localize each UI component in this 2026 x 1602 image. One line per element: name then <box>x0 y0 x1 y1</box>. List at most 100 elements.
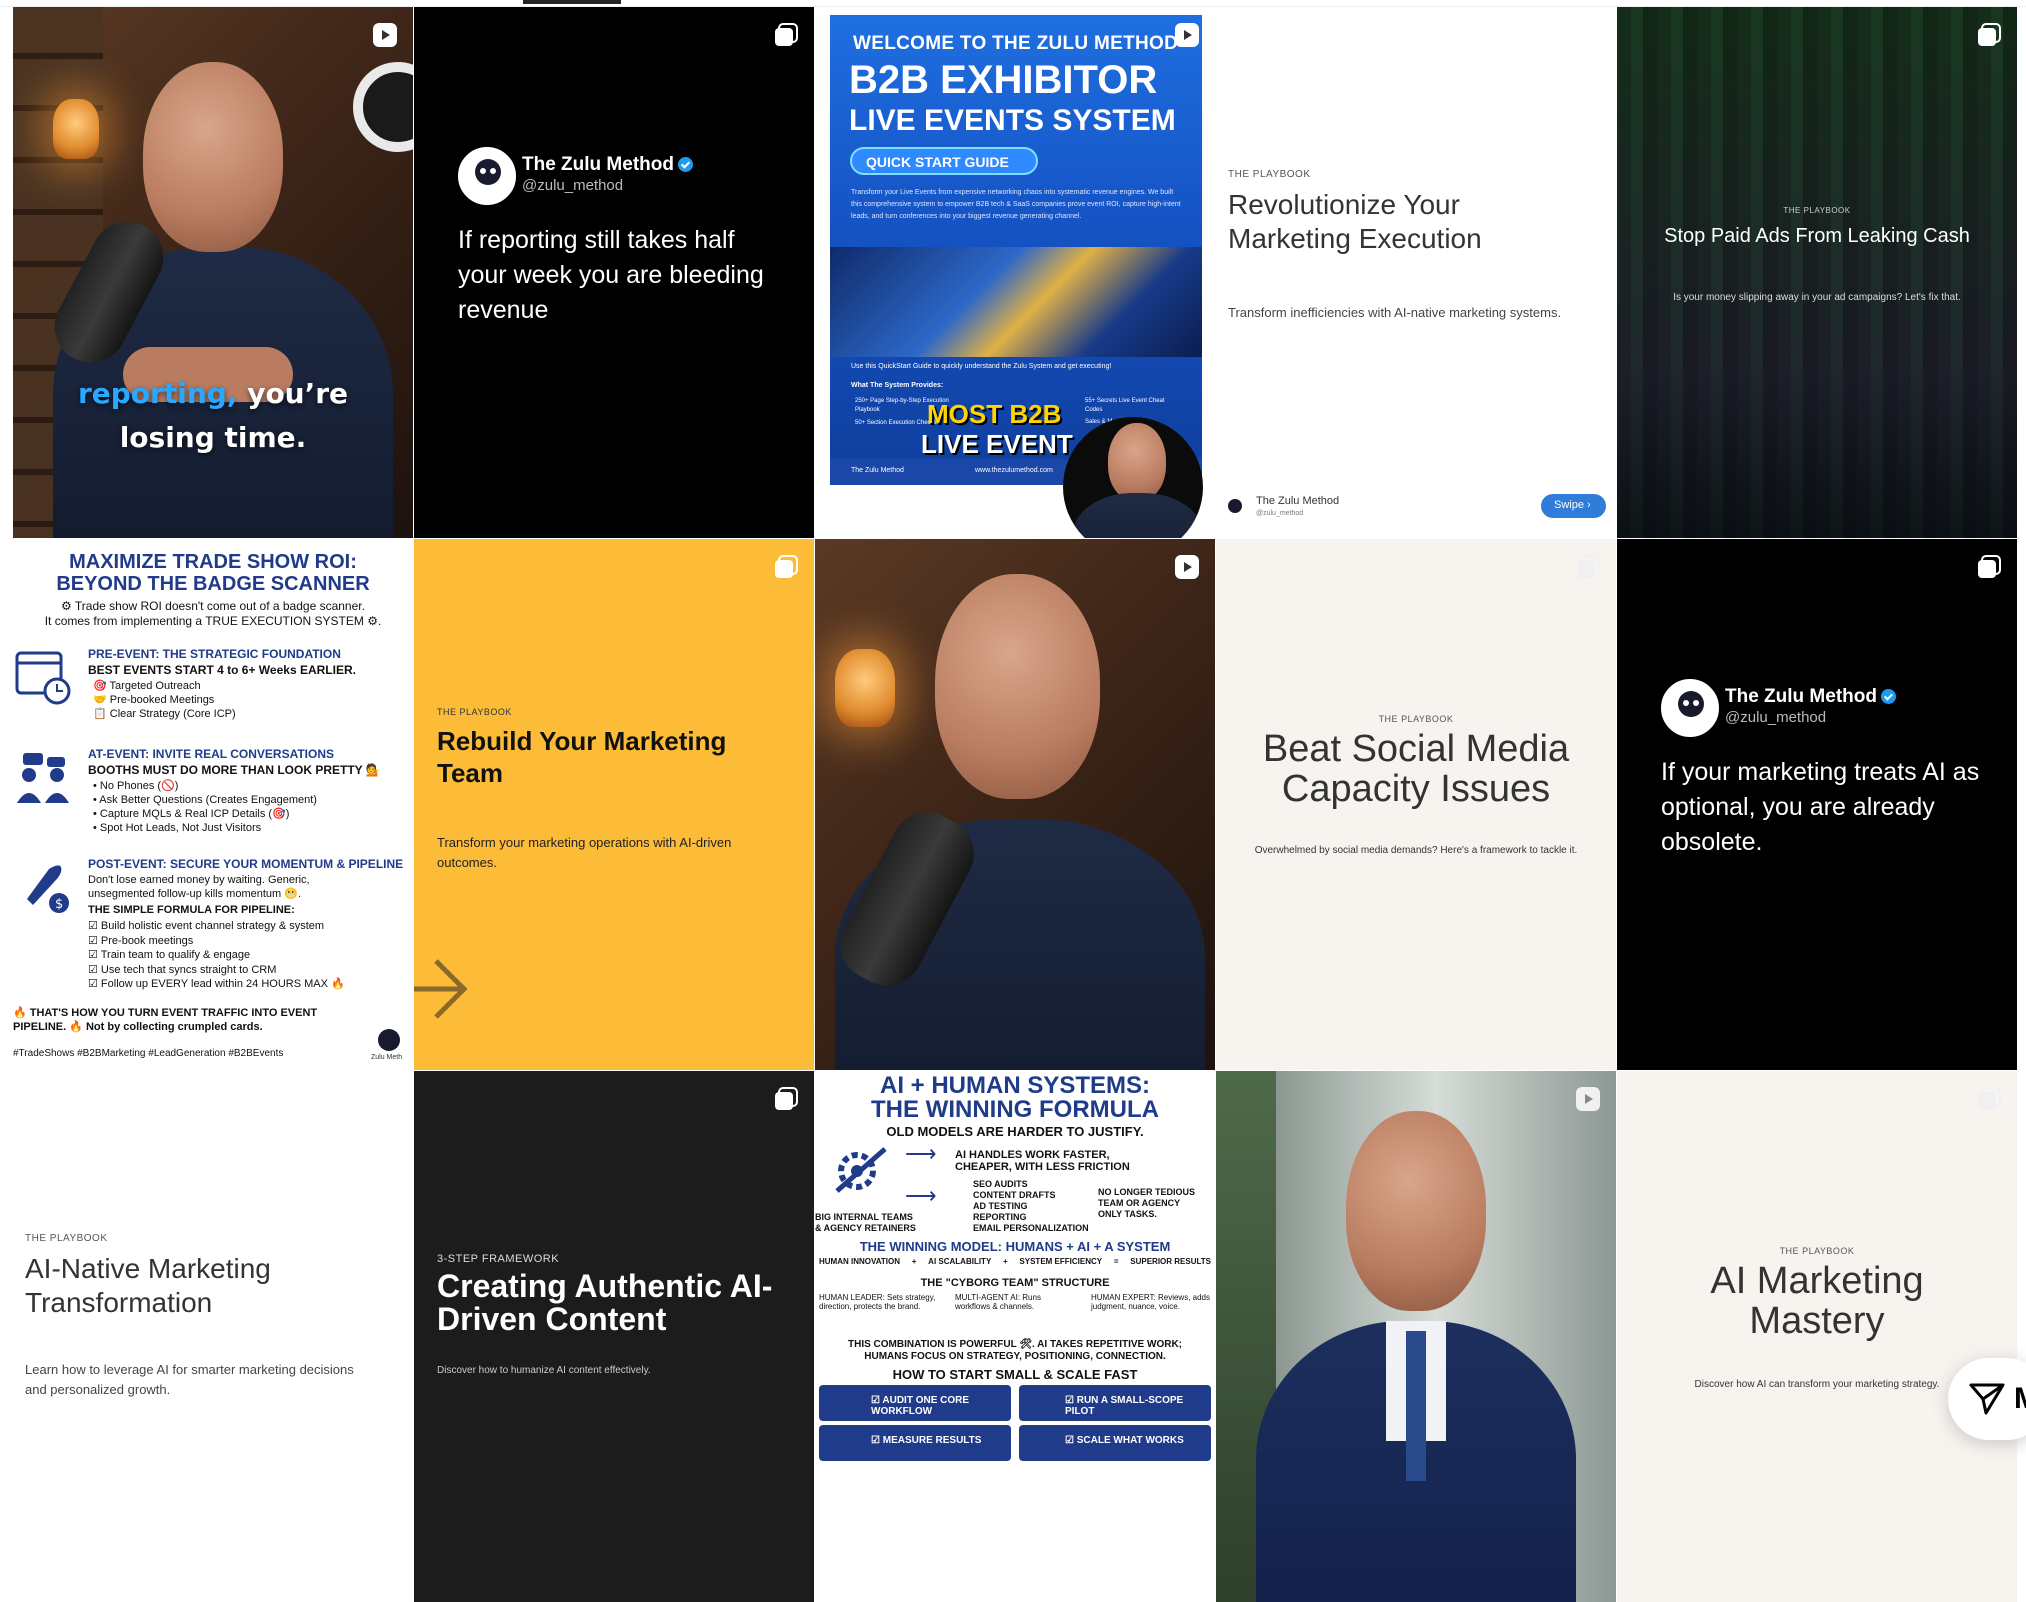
post-tile-ai-mastery[interactable]: THE PLAYBOOK AI Marketing Mastery Discov… <box>1617 1071 2017 1602</box>
post-tile-reporting-reel[interactable]: reporting, you’re losing time. <box>13 7 413 538</box>
svg-text:$: $ <box>55 897 63 912</box>
step-card: ☑ AUDIT ONE CORE WORKFLOW <box>819 1385 1011 1421</box>
hashtags: #TradeShows #B2BMarketing #LeadGeneratio… <box>13 1048 284 1059</box>
tile-kicker: THE PLAYBOOK <box>1783 206 1851 215</box>
pre-event-sub: BEST EVENTS START 4 to 6+ Weeks EARLIER. <box>88 663 356 677</box>
tile-body: Transform your marketing operations with… <box>437 835 732 870</box>
list-item: AD TESTING <box>973 1201 1028 1211</box>
carousel-icon <box>775 1087 798 1110</box>
role-card: MULTI-AGENT AI: Runs workflows & channel… <box>955 1293 1041 1311</box>
list-item: • Ask Better Questions (Creates Engageme… <box>93 794 317 806</box>
post-tile-ai-native[interactable]: THE PLAYBOOK AI-Native Marketing Transfo… <box>13 1071 413 1602</box>
list-item: 🎯 Targeted Outreach <box>93 680 201 692</box>
at-event-items: • No Phones (🚫) • Ask Better Questions (… <box>93 779 317 835</box>
carousel-icon <box>775 23 798 46</box>
verified-icon <box>1880 689 1896 705</box>
post-tile-suit-portrait[interactable] <box>1216 1071 1616 1602</box>
reel-icon <box>1175 555 1199 579</box>
post-tile-authentic-content[interactable]: 3-STEP FRAMEWORK Creating Authentic AI-D… <box>414 1071 814 1602</box>
tie <box>1406 1331 1426 1481</box>
poster-description: Transform your Live Events from expensiv… <box>851 189 1181 220</box>
post-tile-tweet-reporting[interactable]: The Zulu Method @zulu_method If reportin… <box>414 7 814 538</box>
list-item: ☑ Train team to qualify & engage <box>88 949 251 961</box>
list-item: 🤝 Pre-booked Meetings <box>93 694 215 706</box>
tile-title: Revolutionize Your Marketing Execution <box>1228 189 1482 254</box>
person-head <box>1346 1111 1486 1311</box>
tile-kicker: THE PLAYBOOK <box>1228 169 1311 180</box>
post-tile-podcast-reel[interactable] <box>815 539 1215 1070</box>
people-icon <box>17 753 69 803</box>
caption-line-2: losing time. <box>119 421 307 454</box>
tile-body: Learn how to leverage AI for smarter mar… <box>25 1362 354 1397</box>
list-item: ☑ Use tech that syncs straight to CRM <box>88 963 277 976</box>
tile-kicker: 3-STEP FRAMEWORK <box>437 1253 560 1265</box>
post-tile-revolutionize[interactable]: THE PLAYBOOK Revolutionize Your Marketin… <box>1216 7 1616 538</box>
step-card: ☑ SCALE WHAT WORKS <box>1019 1425 1211 1461</box>
reel-icon <box>1175 23 1199 47</box>
arrow-icon: ⟶ <box>905 1183 937 1208</box>
equation-term: SYSTEM EFFICIENCY <box>1019 1257 1103 1266</box>
messages-button[interactable]: M <box>1948 1358 2026 1440</box>
list-item: ☑ Build holistic event channel strategy … <box>88 920 325 932</box>
post-tile-social-capacity[interactable]: THE PLAYBOOK Beat Social Media Capacity … <box>1216 539 1616 1070</box>
author-handle: @zulu_method <box>1256 510 1304 517</box>
pre-event-items: 🎯 Targeted Outreach 🤝 Pre-booked Meeting… <box>93 679 236 721</box>
carousel-icon <box>1978 1087 2001 1110</box>
tile-body: Overwhelmed by social media demands? Her… <box>1254 845 1578 856</box>
list-item: • Spot Hot Leads, Not Just Visitors <box>93 822 262 834</box>
caption-line-1: reporting, you’re <box>77 377 349 410</box>
infographic-title-1: AI + HUMAN SYSTEMS: <box>879 1072 1151 1099</box>
poster-welcome: WELCOME TO THE ZULU METHOD <box>853 33 1179 54</box>
poster-provides: What The System Provides: <box>851 382 944 389</box>
infographic-title-1: MAXIMIZE TRADE SHOW ROI: <box>69 551 357 573</box>
list-item: SEO AUDITS <box>973 1179 1028 1189</box>
post-tile-b2b-exhibitor[interactable]: WELCOME TO THE ZULU METHOD B2B EXHIBITOR… <box>815 7 1215 538</box>
person-head <box>935 574 1100 799</box>
combination-note: THIS COMBINATION IS POWERFUL 🛠. AI TAKES… <box>848 1339 1182 1362</box>
tile-body: Discover how to humanize AI content effe… <box>437 1365 651 1376</box>
at-event-heading: AT-EVENT: INVITE REAL CONVERSATIONS <box>88 747 335 761</box>
tile-title: Stop Paid Ads From Leaking Cash <box>1664 225 1970 247</box>
tweet-handle: @zulu_method <box>1725 709 1827 726</box>
quick-start-button: QUICK START GUIDE <box>850 147 1038 175</box>
messages-label: M <box>2014 1382 2026 1416</box>
gears-icon <box>835 1147 887 1193</box>
tweet-author: The Zulu Method <box>1725 686 1896 708</box>
tile-body: Is your money slipping away in your ad c… <box>1673 292 1961 303</box>
cyborg-heading: THE "CYBORG TEAM" STRUCTURE <box>920 1277 1110 1289</box>
post-tile-ai-human-systems[interactable]: AI + HUMAN SYSTEMS: THE WINNING FORMULA … <box>815 1071 1215 1602</box>
tile-kicker: THE PLAYBOOK <box>1378 714 1454 724</box>
overlay-most-b2b: MOST B2B <box>927 399 1062 429</box>
tweet-handle: @zulu_method <box>522 177 624 194</box>
post-tile-trade-show-roi[interactable]: MAXIMIZE TRADE SHOW ROI: BEYOND THE BADG… <box>13 539 413 1070</box>
list-item: 📋 Clear Strategy (Core ICP) <box>93 708 236 720</box>
avatar <box>458 147 516 205</box>
tile-overlay <box>1617 7 2017 538</box>
tile-title: Rebuild Your Marketing Team <box>437 726 727 788</box>
at-event-sub: BOOTHS MUST DO MORE THAN LOOK PRETTY 💁 <box>88 763 381 777</box>
formula-items: ☑ Build holistic event channel strategy … <box>88 919 345 992</box>
tweet-text: If your marketing treats AI as optional,… <box>1661 758 1980 856</box>
verified-icon <box>677 157 693 173</box>
post-tile-rebuild-team[interactable]: THE PLAYBOOK Rebuild Your Marketing Team… <box>414 539 814 1070</box>
tile-kicker: THE PLAYBOOK <box>25 1233 108 1244</box>
robot-icon <box>1228 499 1242 513</box>
equation: HUMAN INNOVATION + AI SCALABILITY + SYSTEM… <box>819 1257 1211 1266</box>
post-event-heading: POST-EVENT: SECURE YOUR MOMENTUM & PIPEL… <box>88 857 404 871</box>
tile-title: Creating Authentic AI-Driven Content <box>437 1268 773 1337</box>
overlay-live-event: LIVE EVENT <box>921 429 1073 459</box>
intro-line-1: ⚙ Trade show ROI doesn't come out of a b… <box>61 599 365 613</box>
post-tile-paid-ads[interactable]: THE PLAYBOOK Stop Paid Ads From Leaking … <box>1617 7 2017 538</box>
list-item: ☑ Follow up EVERY lead within 24 HOURS M… <box>88 978 345 990</box>
expo-hall-image <box>830 247 1202 357</box>
tile-body: Transform inefficiencies with AI-native … <box>1228 305 1562 320</box>
poster-item-3: 55+ Secrets Live Event Cheat Codes <box>1085 398 1165 413</box>
plus-icon: + <box>1003 1257 1008 1266</box>
tweet-text: If reporting still takes half your week … <box>458 226 764 324</box>
carousel-icon <box>1978 23 2001 46</box>
step-card: ☑ MEASURE RESULTS <box>819 1425 1011 1461</box>
posts-grid: reporting, you’re losing time. The Zulu … <box>13 7 2017 1602</box>
salt-lamp <box>835 649 895 727</box>
post-tile-tweet-ai-optional[interactable]: The Zulu Method @zulu_method If your mar… <box>1617 539 2017 1070</box>
robot-icon <box>475 159 501 185</box>
